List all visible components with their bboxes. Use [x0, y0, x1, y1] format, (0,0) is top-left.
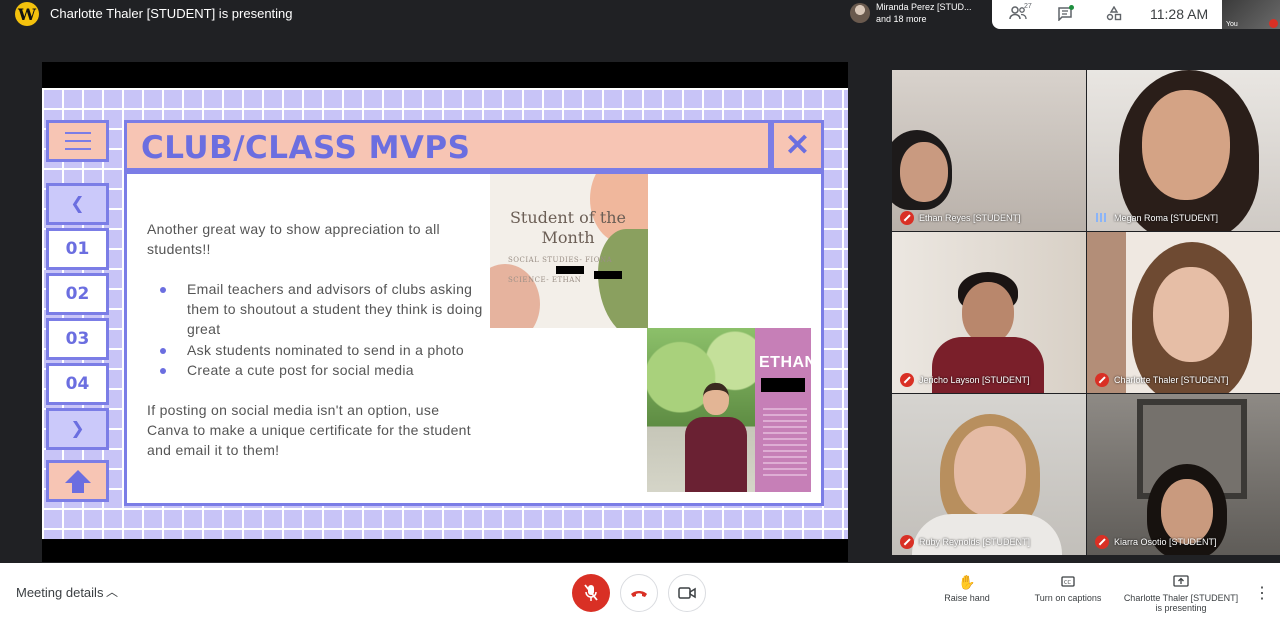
slide: ❮ 01 02 03 04 ❯ CLUB/CLASS MVPS ✕ Anothe… — [42, 88, 848, 539]
participant-tile[interactable]: Megan Roma [STUDENT] — [1087, 70, 1280, 231]
meeting-details-button[interactable]: Meeting details — [16, 585, 103, 600]
mic-muted-icon — [1269, 19, 1278, 28]
hand-icon: ✋ — [958, 574, 976, 590]
presenting-label-line1: Charlotte Thaler [STUDENT] — [1123, 593, 1239, 603]
graphic-title: Student of the Month — [509, 208, 627, 247]
mic-muted-icon — [900, 535, 914, 549]
participant-preview-more: and 18 more — [876, 14, 927, 24]
mic-muted-icon — [1095, 373, 1109, 387]
clock: 11:28 AM — [1150, 6, 1209, 22]
participant-count: 27 — [1024, 3, 1032, 10]
mic-muted-icon — [900, 373, 914, 387]
camera-toggle-button[interactable] — [668, 574, 706, 612]
participant-tile[interactable]: Charlotte Thaler [STUDENT] — [1087, 232, 1280, 393]
slide-content: Another great way to show appreciation t… — [124, 171, 824, 506]
raise-hand-button[interactable]: ✋ Raise hand — [934, 573, 1000, 603]
top-right-panel: 27 11:28 AM — [992, 0, 1222, 29]
slide-nav-01: 01 — [46, 228, 109, 270]
present-screen-icon — [1120, 573, 1242, 591]
participant-name: Megan Roma [STUDENT] — [1114, 213, 1219, 223]
more-options-icon[interactable]: ⋮ — [1254, 583, 1270, 603]
slide-nav-04: 04 — [46, 363, 109, 405]
graphic-line-2: SCIENCE- ETHAN — [508, 276, 582, 284]
arrow-up-icon — [46, 460, 109, 502]
captions-icon: CC — [1026, 573, 1110, 591]
bullet-icon — [160, 368, 166, 374]
microphone-toggle-button[interactable] — [572, 574, 610, 612]
captions-button[interactable]: CC Turn on captions — [1026, 573, 1110, 603]
presentation-view: ❮ 01 02 03 04 ❯ CLUB/CLASS MVPS ✕ Anothe… — [42, 62, 848, 562]
avatar — [850, 3, 870, 23]
participant-name: Ethan Reyes [STUDENT] — [919, 213, 1021, 223]
raise-hand-label: Raise hand — [944, 593, 990, 603]
slide-bullet-2: Ask students nominated to send in a phot… — [187, 342, 464, 358]
chat-unread-dot — [1069, 5, 1074, 10]
menu-icon — [46, 120, 109, 162]
participant-name: Charlotte Thaler [STUDENT] — [1114, 375, 1229, 385]
bullet-icon — [160, 348, 166, 354]
self-view-thumbnail[interactable]: You — [1222, 0, 1280, 29]
speaking-indicator-icon — [1096, 213, 1108, 222]
participant-tile[interactable]: Jericho Layson [STUDENT] — [892, 232, 1086, 393]
presenting-status-button[interactable]: Charlotte Thaler [STUDENT] is presenting — [1120, 573, 1242, 613]
top-bar: W Charlotte Thaler [STUDENT] is presenti… — [0, 0, 1280, 30]
redaction-bar — [556, 266, 584, 274]
participant-tile[interactable]: Ruby Reynolds [STUDENT] — [892, 394, 1086, 555]
participant-grid: Ethan Reyes [STUDENT] Megan Roma [STUDEN… — [892, 70, 1280, 555]
student-of-month-graphic: Student of the Month SOCIAL STUDIES- FIO… — [490, 174, 648, 328]
redaction-bar — [594, 271, 622, 279]
slide-nav-prev: ❮ — [46, 183, 109, 225]
person-image — [685, 383, 747, 492]
slide-nav-02: 02 — [46, 273, 109, 315]
close-icon: ✕ — [771, 120, 824, 171]
self-label: You — [1226, 21, 1238, 28]
mic-off-icon — [584, 584, 598, 601]
captions-label: Turn on captions — [1034, 593, 1102, 603]
participant-tile[interactable]: Kiarra Osotio [STUDENT] — [1087, 394, 1280, 555]
camera-icon — [678, 587, 696, 599]
participant-name: Jericho Layson [STUDENT] — [919, 375, 1030, 385]
graphic-line-1: SOCIAL STUDIES- FIONA — [508, 256, 613, 264]
chevron-up-icon[interactable]: ︿ — [106, 583, 118, 600]
slide-bullet-1: Email teachers and advisors of clubs ask… — [187, 281, 483, 337]
slide-title-bar: CLUB/CLASS MVPS — [124, 120, 771, 171]
bullet-icon — [160, 287, 166, 293]
participant-tile[interactable]: Ethan Reyes [STUDENT] — [892, 70, 1086, 231]
redaction-bar — [761, 378, 805, 392]
school-logo-icon: W — [15, 2, 39, 26]
presenting-title: Charlotte Thaler [STUDENT] is presenting — [50, 6, 293, 21]
presenting-label-line2: is presenting — [1155, 603, 1207, 613]
mic-muted-icon — [900, 211, 914, 225]
slide-bullet-3: Create a cute post for social media — [187, 362, 414, 378]
slide-intro: Another great way to show appreciation t… — [147, 221, 440, 257]
bottom-control-bar: Meeting details ︿ ✋ Raise hand CC Turn o… — [0, 563, 1280, 623]
activities-icon[interactable] — [1104, 5, 1124, 22]
hang-up-icon — [631, 591, 647, 597]
mic-muted-icon — [1095, 535, 1109, 549]
participant-preview-name: Miranda Perez [STUD... — [876, 2, 972, 12]
participant-name: Ruby Reynolds [STUDENT] — [919, 537, 1031, 547]
photo-name: ETHAN — [759, 354, 811, 371]
participants-preview[interactable]: Miranda Perez [STUD... and 18 more — [846, 0, 992, 30]
svg-text:CC: CC — [1064, 580, 1071, 586]
slide-closing: If posting on social media isn't an opti… — [147, 402, 471, 458]
participant-name: Kiarra Osotio [STUDENT] — [1114, 537, 1217, 547]
slide-nav-03: 03 — [46, 318, 109, 360]
slide-nav-next: ❯ — [46, 408, 109, 450]
leave-call-button[interactable] — [620, 574, 658, 612]
student-photo: ETHAN — [647, 328, 811, 492]
slide-title: CLUB/CLASS MVPS — [141, 130, 471, 166]
